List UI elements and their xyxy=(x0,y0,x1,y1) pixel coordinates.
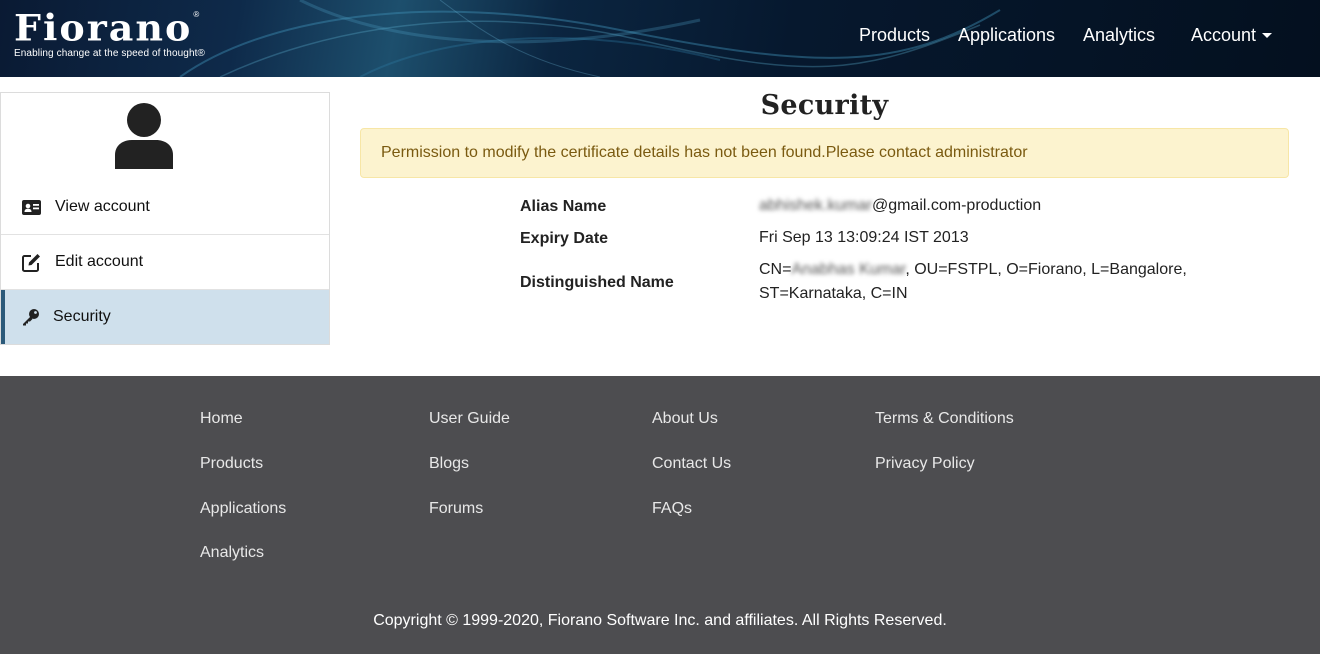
page-title: Security xyxy=(760,90,889,121)
logo-tagline: Enabling change at the speed of thought® xyxy=(14,48,205,59)
nav-analytics[interactable]: Analytics xyxy=(1083,25,1155,46)
footer-link-home[interactable]: Home xyxy=(200,410,243,428)
footer-link-forums[interactable]: Forums xyxy=(429,500,483,518)
alias-suffix: @gmail.com-production xyxy=(871,197,1042,214)
footer-link-faqs[interactable]: FAQs xyxy=(652,500,692,518)
key-icon xyxy=(21,307,41,327)
permission-alert: Permission to modify the certificate det… xyxy=(360,128,1289,178)
nav-account-label: Account xyxy=(1190,25,1256,45)
sidebar-item-label: Edit account xyxy=(55,253,144,270)
edit-icon xyxy=(21,252,41,272)
distinguished-name-label: Distinguished Name xyxy=(520,274,674,291)
sidebar-item-label: View account xyxy=(55,198,150,215)
logo-registered-mark: ® xyxy=(193,10,200,19)
user-avatar-icon xyxy=(115,103,173,169)
footer-link-analytics[interactable]: Analytics xyxy=(200,544,264,562)
expiry-date-label: Expiry Date xyxy=(520,230,609,247)
nav-applications[interactable]: Applications xyxy=(958,25,1055,46)
footer-link-blogs[interactable]: Blogs xyxy=(429,455,469,473)
footer-link-terms[interactable]: Terms & Conditions xyxy=(875,410,1014,428)
copyright-text: Copyright © 1999-2020, Fiorano Software … xyxy=(373,612,947,629)
footer-link-applications[interactable]: Applications xyxy=(200,500,286,518)
footer-link-products[interactable]: Products xyxy=(200,455,263,473)
account-sidebar: View account Edit account Security xyxy=(0,92,330,345)
nav-account-dropdown[interactable]: Account xyxy=(1191,25,1272,46)
dn-prefix: CN= xyxy=(759,261,792,278)
sidebar-item-security[interactable]: Security xyxy=(1,290,329,344)
logo-wordmark: Fiorano xyxy=(14,6,193,49)
dn-line1-rest: , OU=FSTPL, O=Fiorano, L=Bangalore, xyxy=(905,261,1187,278)
sidebar-item-label: Security xyxy=(53,308,111,325)
redacted-text: abhishek.kumar xyxy=(759,197,872,214)
top-header: Fiorano® Enabling change at the speed of… xyxy=(0,0,1320,77)
sidebar-item-view-account[interactable]: View account xyxy=(1,180,329,235)
redacted-text: Anabhas Kumar xyxy=(791,261,906,278)
footer-link-about-us[interactable]: About Us xyxy=(652,410,718,428)
footer-link-contact-us[interactable]: Contact Us xyxy=(652,455,731,473)
footer-link-user-guide[interactable]: User Guide xyxy=(429,410,510,428)
expiry-date-value: Fri Sep 13 13:09:24 IST 2013 xyxy=(759,229,969,246)
nav-products[interactable]: Products xyxy=(859,25,930,46)
footer-link-privacy-policy[interactable]: Privacy Policy xyxy=(875,455,975,473)
site-footer: Home Products Applications Analytics Use… xyxy=(0,376,1320,654)
id-card-icon xyxy=(21,197,41,217)
sidebar-item-edit-account[interactable]: Edit account xyxy=(1,235,329,290)
fiorano-logo[interactable]: Fiorano® Enabling change at the speed of… xyxy=(14,6,205,59)
alias-name-label: Alias Name xyxy=(520,198,607,215)
caret-down-icon xyxy=(1262,33,1272,38)
dn-line2: ST=Karnataka, C=IN xyxy=(759,285,908,302)
alias-name-value: abhishek.kumar@gmail.com-production xyxy=(759,194,1041,218)
distinguished-name-value: CN=Anabhas Kumar, OU=FSTPL, O=Fiorano, L… xyxy=(759,258,1187,306)
